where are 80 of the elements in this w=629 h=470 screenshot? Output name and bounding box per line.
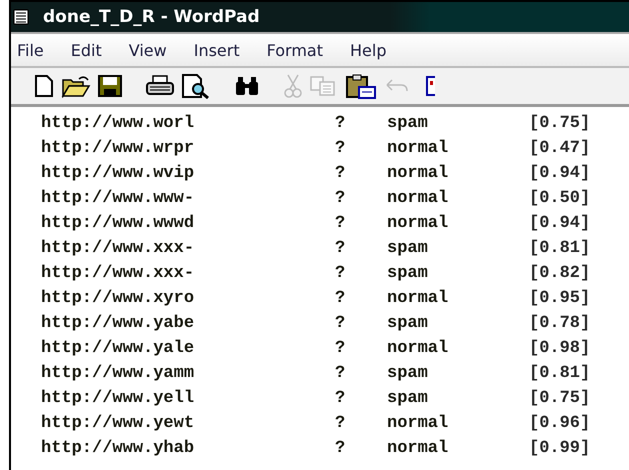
question-mark: ? [335,389,346,408]
url-text: http://www.yhab [41,439,196,458]
label-text: normal [387,139,450,158]
question-mark: ? [335,439,346,458]
toolbar-button[interactable] [97,74,123,98]
toolbar-button[interactable] [233,75,261,97]
menu-item[interactable]: Insert [194,40,267,60]
url-text: http://www.xyro [41,289,196,308]
magnified-page-icon [181,73,211,99]
label-text: normal [387,414,450,433]
label-text: normal [387,164,450,183]
label-text: spam [387,239,429,258]
menu-item[interactable]: Edit [70,40,129,60]
label-text: spam [387,114,429,133]
blank-page-icon [33,74,55,98]
url-text: http://www.xxx- [41,264,196,283]
calendar-icon [425,75,435,97]
label-text: spam [387,364,429,383]
score-text: [0.94] [529,214,590,233]
label-text: spam [387,389,429,408]
scissors-icon [283,73,303,99]
score-text: [0.75] [529,389,590,408]
score-text: [0.81] [529,364,590,383]
url-text: http://www.worl [41,114,196,133]
question-mark: ? [335,414,346,433]
score-text: [0.94] [529,164,590,183]
score-text: [0.47] [529,139,590,158]
toolbar-button[interactable] [345,73,377,99]
score-text: [0.75] [529,114,590,133]
window-title: done_T_D_R - WordPad [43,7,260,27]
score-text: [0.82] [529,264,590,283]
label-text: spam [387,264,429,283]
question-mark: ? [335,214,346,233]
toolbar-button[interactable] [61,74,91,98]
toolbar-button[interactable] [181,73,211,99]
url-text: http://www.wwwd [41,214,196,233]
question-mark: ? [335,164,346,183]
url-text: http://www.xxx- [41,239,196,258]
toolbar-button[interactable] [145,74,175,98]
label-text: spam [387,314,429,333]
label-text: normal [387,439,450,458]
question-mark: ? [335,314,346,333]
url-text: http://www.wvip [41,164,196,183]
question-mark: ? [335,289,346,308]
score-text: [0.50] [529,189,590,208]
url-text: http://www.yamm [41,364,196,383]
url-text: http://www.yell [41,389,196,408]
menu-item[interactable]: Format [266,40,350,60]
url-text: http://www.wrpr [41,139,196,158]
question-mark: ? [335,239,346,258]
question-mark: ? [335,339,346,358]
question-mark: ? [335,264,346,283]
printer-icon [145,74,175,98]
folder-icon [61,74,91,98]
score-text: [0.95] [529,289,590,308]
score-text: [0.78] [529,314,590,333]
question-mark: ? [335,364,346,383]
url-text: http://www.www- [41,189,196,208]
question-mark: ? [335,189,346,208]
url-text: http://www.yale [41,339,196,358]
menu-item[interactable]: Help [350,40,414,60]
document-icon [13,9,29,25]
url-text: http://www.yewt [41,414,196,433]
score-text: [0.96] [529,414,590,433]
binoculars-icon [233,75,261,97]
url-text: http://www.yabe [41,314,196,333]
label-text: normal [387,214,450,233]
label-text: normal [387,339,450,358]
question-mark: ? [335,139,346,158]
question-mark: ? [335,114,346,133]
toolbar-button[interactable] [33,74,55,98]
score-text: [0.99] [529,439,590,458]
score-text: [0.81] [529,239,590,258]
score-text: [0.98] [529,339,590,358]
toolbar-button[interactable] [425,75,435,97]
menu-item[interactable]: View [128,40,194,60]
label-text: normal [387,289,450,308]
menu-item[interactable]: File [17,40,71,60]
label-text: normal [387,189,450,208]
clipboard-icon [345,73,377,99]
